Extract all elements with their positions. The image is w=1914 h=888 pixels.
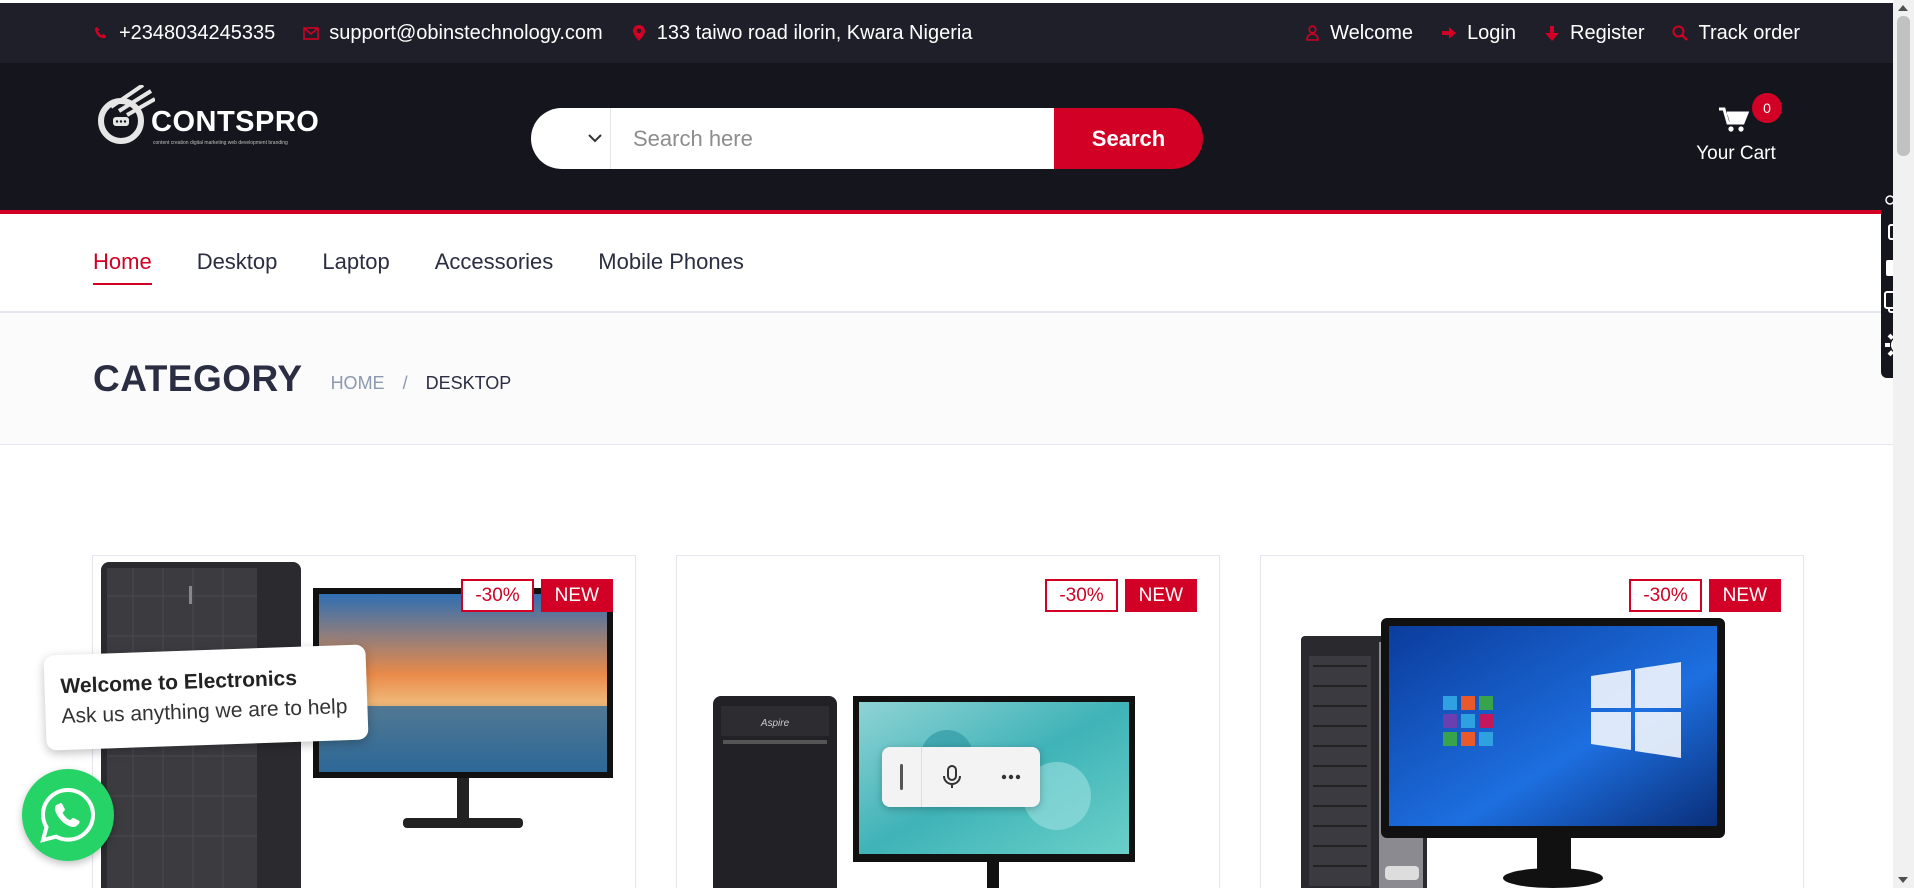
new-badge: NEW	[1124, 579, 1197, 612]
map-marker-icon	[631, 24, 647, 42]
track-order-link[interactable]: Track order	[1672, 22, 1800, 45]
top-account-group: Welcome Login Register Track order	[1304, 22, 1800, 45]
chat-title: Welcome to Electronics	[60, 666, 298, 699]
product-card[interactable]: Aspire -30% NEW	[676, 555, 1220, 888]
scroll-down-arrow[interactable]	[1898, 877, 1908, 883]
new-badge: NEW	[540, 579, 613, 612]
product-labels: -30% NEW	[461, 579, 613, 612]
sale-badge: -30%	[1629, 579, 1702, 612]
nav-item-accessories[interactable]: Accessories	[435, 249, 554, 281]
cart-button[interactable]: 0 Your Cart	[1691, 93, 1782, 193]
whatsapp-icon	[40, 787, 96, 843]
top-phone-text: +2348034245335	[119, 21, 276, 44]
search-icon	[1672, 24, 1689, 42]
breadcrumb-current: DESKTOP	[425, 373, 512, 393]
track-order-text: Track order	[1698, 21, 1800, 44]
product-labels: -30% NEW	[1045, 579, 1197, 612]
logo[interactable]: CONTSPRO content creation digital market…	[93, 85, 323, 155]
phone-icon	[93, 24, 109, 42]
microphone-button[interactable]	[922, 747, 981, 807]
nav-item-desktop[interactable]: Desktop	[197, 249, 278, 281]
voice-input-overlay	[882, 747, 1040, 807]
top-address-link[interactable]: 133 taiwo road ilorin, Kwara Nigeria	[631, 21, 973, 45]
search-bar: Search	[531, 108, 1203, 169]
login-link[interactable]: Login	[1441, 22, 1516, 45]
chevron-down-icon	[588, 134, 602, 143]
user-icon	[1304, 24, 1320, 42]
login-text: Login	[1467, 21, 1516, 44]
nav-item-home[interactable]: Home	[93, 249, 152, 285]
arrow-down-icon	[1544, 24, 1560, 42]
scroll-up-arrow[interactable]	[1898, 5, 1908, 11]
cart-count-badge: 0	[1752, 93, 1782, 123]
page-scrollbar[interactable]	[1893, 0, 1914, 888]
scrollbar-thumb[interactable]	[1897, 16, 1910, 156]
top-phone-link[interactable]: +2348034245335	[93, 22, 275, 45]
shopping-cart-icon	[1719, 107, 1749, 132]
register-link[interactable]: Register	[1544, 22, 1644, 45]
logo-mark-icon	[98, 85, 155, 144]
nav-item-laptop[interactable]: Laptop	[322, 249, 389, 281]
search-input[interactable]	[611, 108, 1054, 169]
product-labels: -30% NEW	[1629, 579, 1781, 612]
microphone-icon	[942, 765, 961, 788]
top-email-text: support@obinstechnology.com	[329, 21, 603, 44]
page: +2348034245335 support@obinstechnology.c…	[0, 0, 1914, 888]
top-email-link[interactable]: support@obinstechnology.com	[303, 21, 603, 45]
aspire-brand-mark: Aspire	[760, 718, 790, 729]
main-nav: Home Desktop Laptop Accessories Mobile P…	[0, 218, 1893, 313]
top-address-text: 133 taiwo road ilorin, Kwara Nigeria	[656, 21, 973, 44]
chat-subtitle: Ask us anything we are to help	[61, 695, 348, 729]
logo-text: CONTSPRO	[151, 106, 320, 138]
more-options-button[interactable]	[981, 747, 1040, 807]
ellipsis-icon	[1001, 774, 1020, 780]
cart-label: Your Cart	[1696, 143, 1776, 164]
breadcrumb-section: CATEGORY HOME / DESKTOP	[0, 313, 1893, 445]
top-contact-group: +2348034245335 support@obinstechnology.c…	[93, 22, 972, 45]
top-bar: +2348034245335 support@obinstechnology.c…	[0, 0, 1893, 63]
search-button[interactable]: Search	[1054, 108, 1203, 169]
breadcrumb: HOME / DESKTOP	[331, 373, 512, 394]
nav-item-mobile-phones[interactable]: Mobile Phones	[598, 249, 744, 281]
category-select[interactable]	[531, 108, 611, 169]
whatsapp-chat-button[interactable]	[22, 769, 114, 861]
breadcrumb-home-link[interactable]: HOME	[331, 373, 385, 394]
sale-badge: -30%	[1045, 579, 1118, 612]
sale-badge: -30%	[461, 579, 534, 612]
chat-greeting-bubble[interactable]: Welcome to Electronics Ask us anything w…	[43, 644, 369, 751]
welcome-text: Welcome	[1330, 21, 1414, 44]
drag-handle[interactable]	[882, 747, 922, 807]
product-card[interactable]: -30% NEW	[1260, 555, 1804, 888]
main-header: CONTSPRO content creation digital market…	[0, 63, 1893, 214]
envelope-icon	[303, 24, 320, 42]
breadcrumb-separator: /	[402, 373, 408, 393]
welcome-link[interactable]: Welcome	[1304, 22, 1413, 45]
page-title: CATEGORY	[93, 357, 303, 399]
sign-in-icon	[1441, 24, 1457, 42]
logo-tagline: content creation digital marketing web d…	[153, 140, 288, 146]
register-text: Register	[1570, 21, 1645, 44]
new-badge: NEW	[1708, 579, 1781, 612]
